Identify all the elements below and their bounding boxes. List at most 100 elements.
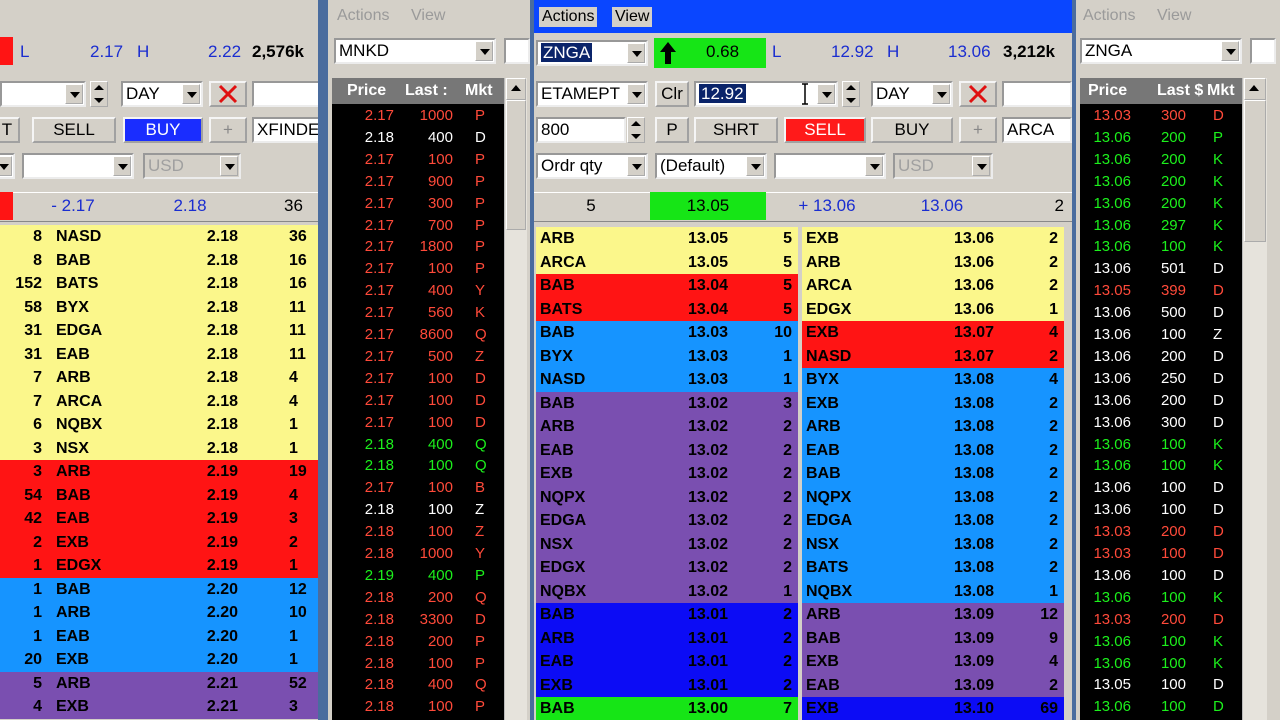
left-book-row[interactable]: 7 ARCA 2.18 4 — [0, 389, 318, 413]
left-book-row[interactable]: 31 EDGA 2.18 11 — [0, 319, 318, 343]
znga-buy-button[interactable]: BUY — [871, 117, 953, 143]
ask-row[interactable]: BAB 13.09 9 — [802, 626, 1064, 650]
tape-row[interactable]: 2.18 200 Q — [332, 587, 504, 609]
left-book-row[interactable]: 1 EAB 2.20 1 — [0, 624, 318, 648]
tape-row[interactable]: 13.03 200 D — [1080, 609, 1242, 631]
tape-row[interactable]: 2.17 100 D — [332, 368, 504, 390]
left-book-row[interactable]: 1 EDGX 2.19 1 — [0, 554, 318, 578]
tape-row[interactable]: 13.06 100 K — [1080, 236, 1242, 258]
tape-row[interactable]: 13.05 399 D — [1080, 280, 1242, 302]
tape-row[interactable]: 13.06 501 D — [1080, 258, 1242, 280]
left-book-row[interactable]: 5 ARB 2.21 52 — [0, 671, 318, 695]
col-last[interactable]: Last : — [405, 78, 448, 104]
bid-row[interactable]: EXB 13.01 2 — [536, 673, 798, 697]
tape-row[interactable]: 13.06 500 D — [1080, 302, 1242, 324]
znga-p-button[interactable]: P — [655, 117, 689, 143]
left-book-row[interactable]: 8 BAB 2.18 16 — [0, 248, 318, 272]
tape-row[interactable]: 2.18 200 P — [332, 631, 504, 653]
tape-row[interactable]: 2.19 400 P — [332, 565, 504, 587]
scroll-up-arrow-icon[interactable] — [1244, 78, 1266, 100]
znga-clear-button[interactable]: Clr — [655, 81, 689, 107]
mnkd-option-box[interactable] — [504, 38, 530, 64]
bid-row[interactable]: ARCA 13.05 5 — [536, 250, 798, 274]
tape-row[interactable]: 13.06 297 K — [1080, 215, 1242, 237]
tape-row[interactable]: 2.17 560 K — [332, 302, 504, 324]
tape-row[interactable]: 13.06 100 D — [1080, 499, 1242, 521]
bid-row[interactable]: BAB 13.00 7 — [536, 697, 798, 720]
znga-plus-button[interactable]: + — [959, 117, 997, 143]
tape-row[interactable]: 13.06 100 K — [1080, 434, 1242, 456]
tape-row[interactable]: 13.06 200 K — [1080, 171, 1242, 193]
col-price[interactable]: Price — [1088, 78, 1127, 104]
left-book-row[interactable]: 6 NQBX 2.18 1 — [0, 413, 318, 437]
tape-row[interactable]: 13.03 300 D — [1080, 105, 1242, 127]
znga-quantity-spinner[interactable] — [627, 117, 645, 143]
tape-row[interactable]: 2.18 100 P — [332, 696, 504, 718]
tape-row[interactable]: 13.06 250 D — [1080, 368, 1242, 390]
tape-row[interactable]: 13.06 100 D — [1080, 565, 1242, 587]
ask-row[interactable]: EXB 13.06 2 — [802, 227, 1064, 251]
tape-row[interactable]: 13.06 200 D — [1080, 390, 1242, 412]
znga-sub-account-select[interactable] — [774, 153, 886, 179]
panel-divider[interactable] — [318, 0, 328, 720]
bid-row[interactable]: EAB 13.02 2 — [536, 438, 798, 462]
tape-row[interactable]: 13.06 100 K — [1080, 653, 1242, 675]
ask-row[interactable]: NQBX 13.08 1 — [802, 579, 1064, 603]
bid-row[interactable]: EXB 13.02 2 — [536, 462, 798, 486]
tape-row[interactable]: 13.06 200 D — [1080, 346, 1242, 368]
tape-row[interactable]: 2.17 100 B — [332, 477, 504, 499]
tape-row[interactable]: 2.17 700 P — [332, 215, 504, 237]
menu-view[interactable]: View — [411, 7, 445, 25]
tape-row[interactable]: 2.17 400 Y — [332, 280, 504, 302]
ask-row[interactable]: NQPX 13.08 2 — [802, 485, 1064, 509]
znga-price-input[interactable]: 12.92 — [694, 81, 838, 107]
znga-qty-mode-select[interactable]: Ordr qty — [536, 153, 648, 179]
left-book-row[interactable]: 1 ARB 2.20 10 — [0, 601, 318, 625]
left-route-field[interactable]: XFINDE — [252, 117, 318, 143]
tape-row[interactable]: 13.06 100 K — [1080, 587, 1242, 609]
chevron-down-icon[interactable] — [182, 84, 200, 104]
left-book-row[interactable]: 7 ARB 2.18 4 — [0, 366, 318, 390]
ask-row[interactable]: EAB 13.09 2 — [802, 673, 1064, 697]
mnkd-symbol-input[interactable]: MNKD — [334, 38, 496, 64]
tape-row[interactable]: 2.17 500 Z — [332, 346, 504, 368]
left-book-row[interactable]: 31 EAB 2.18 11 — [0, 342, 318, 366]
tape-row[interactable]: 2.17 100 P — [332, 258, 504, 280]
col-mkt[interactable]: Mkt — [465, 78, 493, 104]
ask-row[interactable]: EXB 13.09 4 — [802, 650, 1064, 674]
ask-row[interactable]: EDGX 13.06 1 — [802, 297, 1064, 321]
chevron-down-icon[interactable] — [113, 156, 131, 176]
left-duration-select[interactable]: DAY — [121, 81, 203, 107]
chevron-down-icon[interactable] — [627, 156, 645, 176]
left-book-row[interactable]: 1 BAB 2.20 12 — [0, 577, 318, 601]
left-plus-button[interactable]: + — [209, 117, 247, 143]
tape-row[interactable]: 13.06 100 K — [1080, 455, 1242, 477]
tape-row[interactable]: 2.17 1800 P — [332, 236, 504, 258]
menu-actions[interactable]: Actions — [1083, 7, 1135, 25]
left-book-row[interactable]: 152 BATS 2.18 16 — [0, 272, 318, 296]
chevron-down-icon[interactable] — [1221, 41, 1239, 61]
chevron-down-icon[interactable] — [746, 156, 764, 176]
scroll-thumb[interactable] — [1244, 100, 1266, 242]
chevron-down-icon[interactable] — [627, 84, 645, 104]
bid-row[interactable]: ARB 13.05 5 — [536, 227, 798, 251]
ask-row[interactable]: ARB 13.06 2 — [802, 250, 1064, 274]
left-sell-button[interactable]: SELL — [32, 117, 116, 143]
chevron-down-icon[interactable] — [972, 156, 990, 176]
scroll-thumb[interactable] — [506, 100, 526, 230]
tape-row[interactable]: 13.06 200 P — [1080, 127, 1242, 149]
bid-row[interactable]: EAB 13.01 2 — [536, 650, 798, 674]
tape-row[interactable]: 2.17 1000 P — [332, 105, 504, 127]
left-book-row[interactable]: 3 NSX 2.18 1 — [0, 436, 318, 460]
bid-row[interactable]: BAB 13.02 3 — [536, 391, 798, 415]
left-book-row[interactable]: 4 EXB 2.21 3 — [0, 695, 318, 719]
bid-row[interactable]: ARB 13.02 2 — [536, 415, 798, 439]
left-price-spinner[interactable] — [90, 81, 108, 107]
znga-order-type-select[interactable]: ETAMEPT — [536, 81, 648, 107]
bid-row[interactable]: BAB 13.04 5 — [536, 274, 798, 298]
bid-row[interactable]: ARB 13.01 2 — [536, 626, 798, 650]
bid-row[interactable]: NASD 13.03 1 — [536, 368, 798, 392]
ask-row[interactable]: ARB 13.08 2 — [802, 415, 1064, 439]
menu-view[interactable]: View — [1157, 7, 1191, 25]
col-price[interactable]: Price — [347, 78, 386, 104]
